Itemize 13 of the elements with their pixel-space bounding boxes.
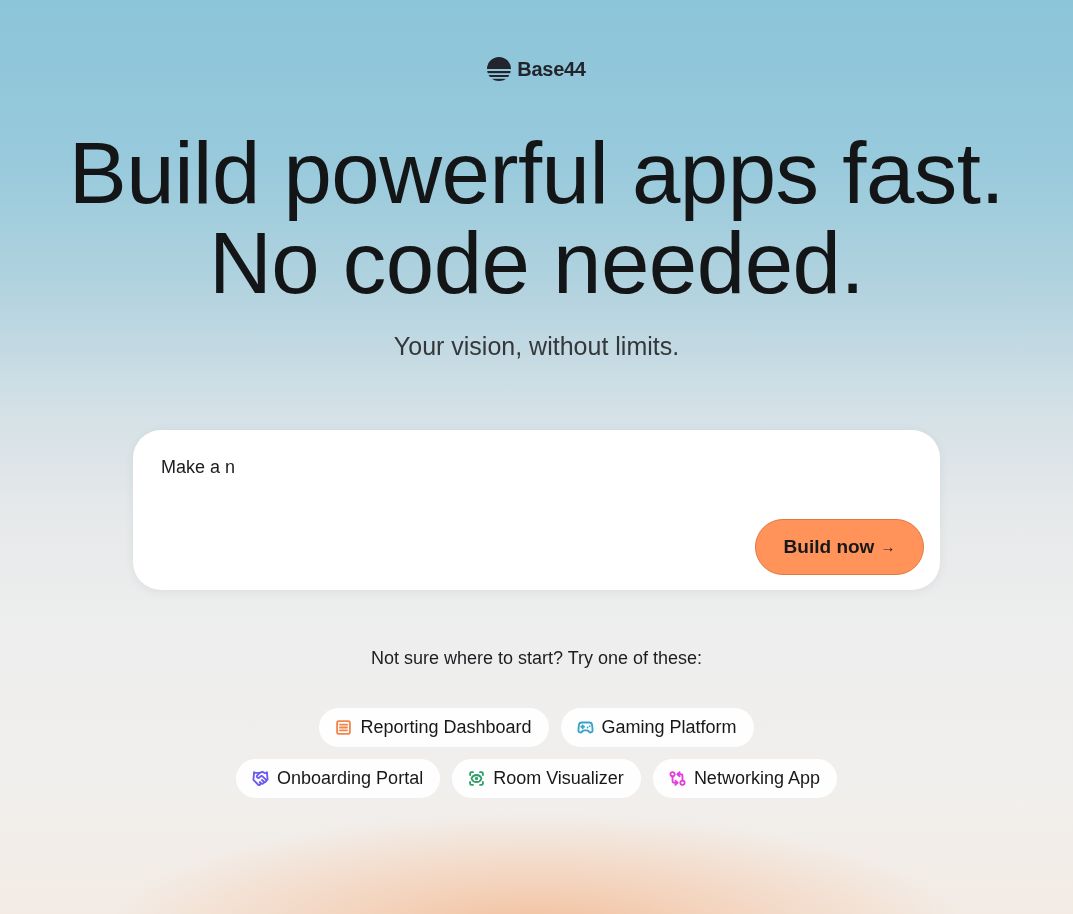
suggestion-chip[interactable]: Reporting Dashboard: [319, 708, 549, 747]
suggestion-chip[interactable]: Room Visualizer: [452, 759, 641, 798]
headline: Build powerful apps fast. No code needed.: [68, 128, 1005, 308]
logo-text: Base44: [517, 57, 586, 81]
logo-icon: [487, 57, 512, 81]
suggestion-chip[interactable]: Gaming Platform: [560, 708, 754, 747]
build-now-button[interactable]: Build now →: [755, 519, 924, 575]
suggestions-label: Not sure where to start? Try one of these:: [370, 648, 703, 669]
suggestion-chip[interactable]: Networking App: [652, 759, 837, 798]
suggestion-chip[interactable]: Onboarding Portal: [236, 759, 441, 798]
subtitle: Your vision, without limits.: [393, 332, 680, 361]
prompt-field[interactable]: Make a n Build now →: [133, 430, 940, 590]
prompt-input[interactable]: Make a n: [161, 455, 924, 519]
